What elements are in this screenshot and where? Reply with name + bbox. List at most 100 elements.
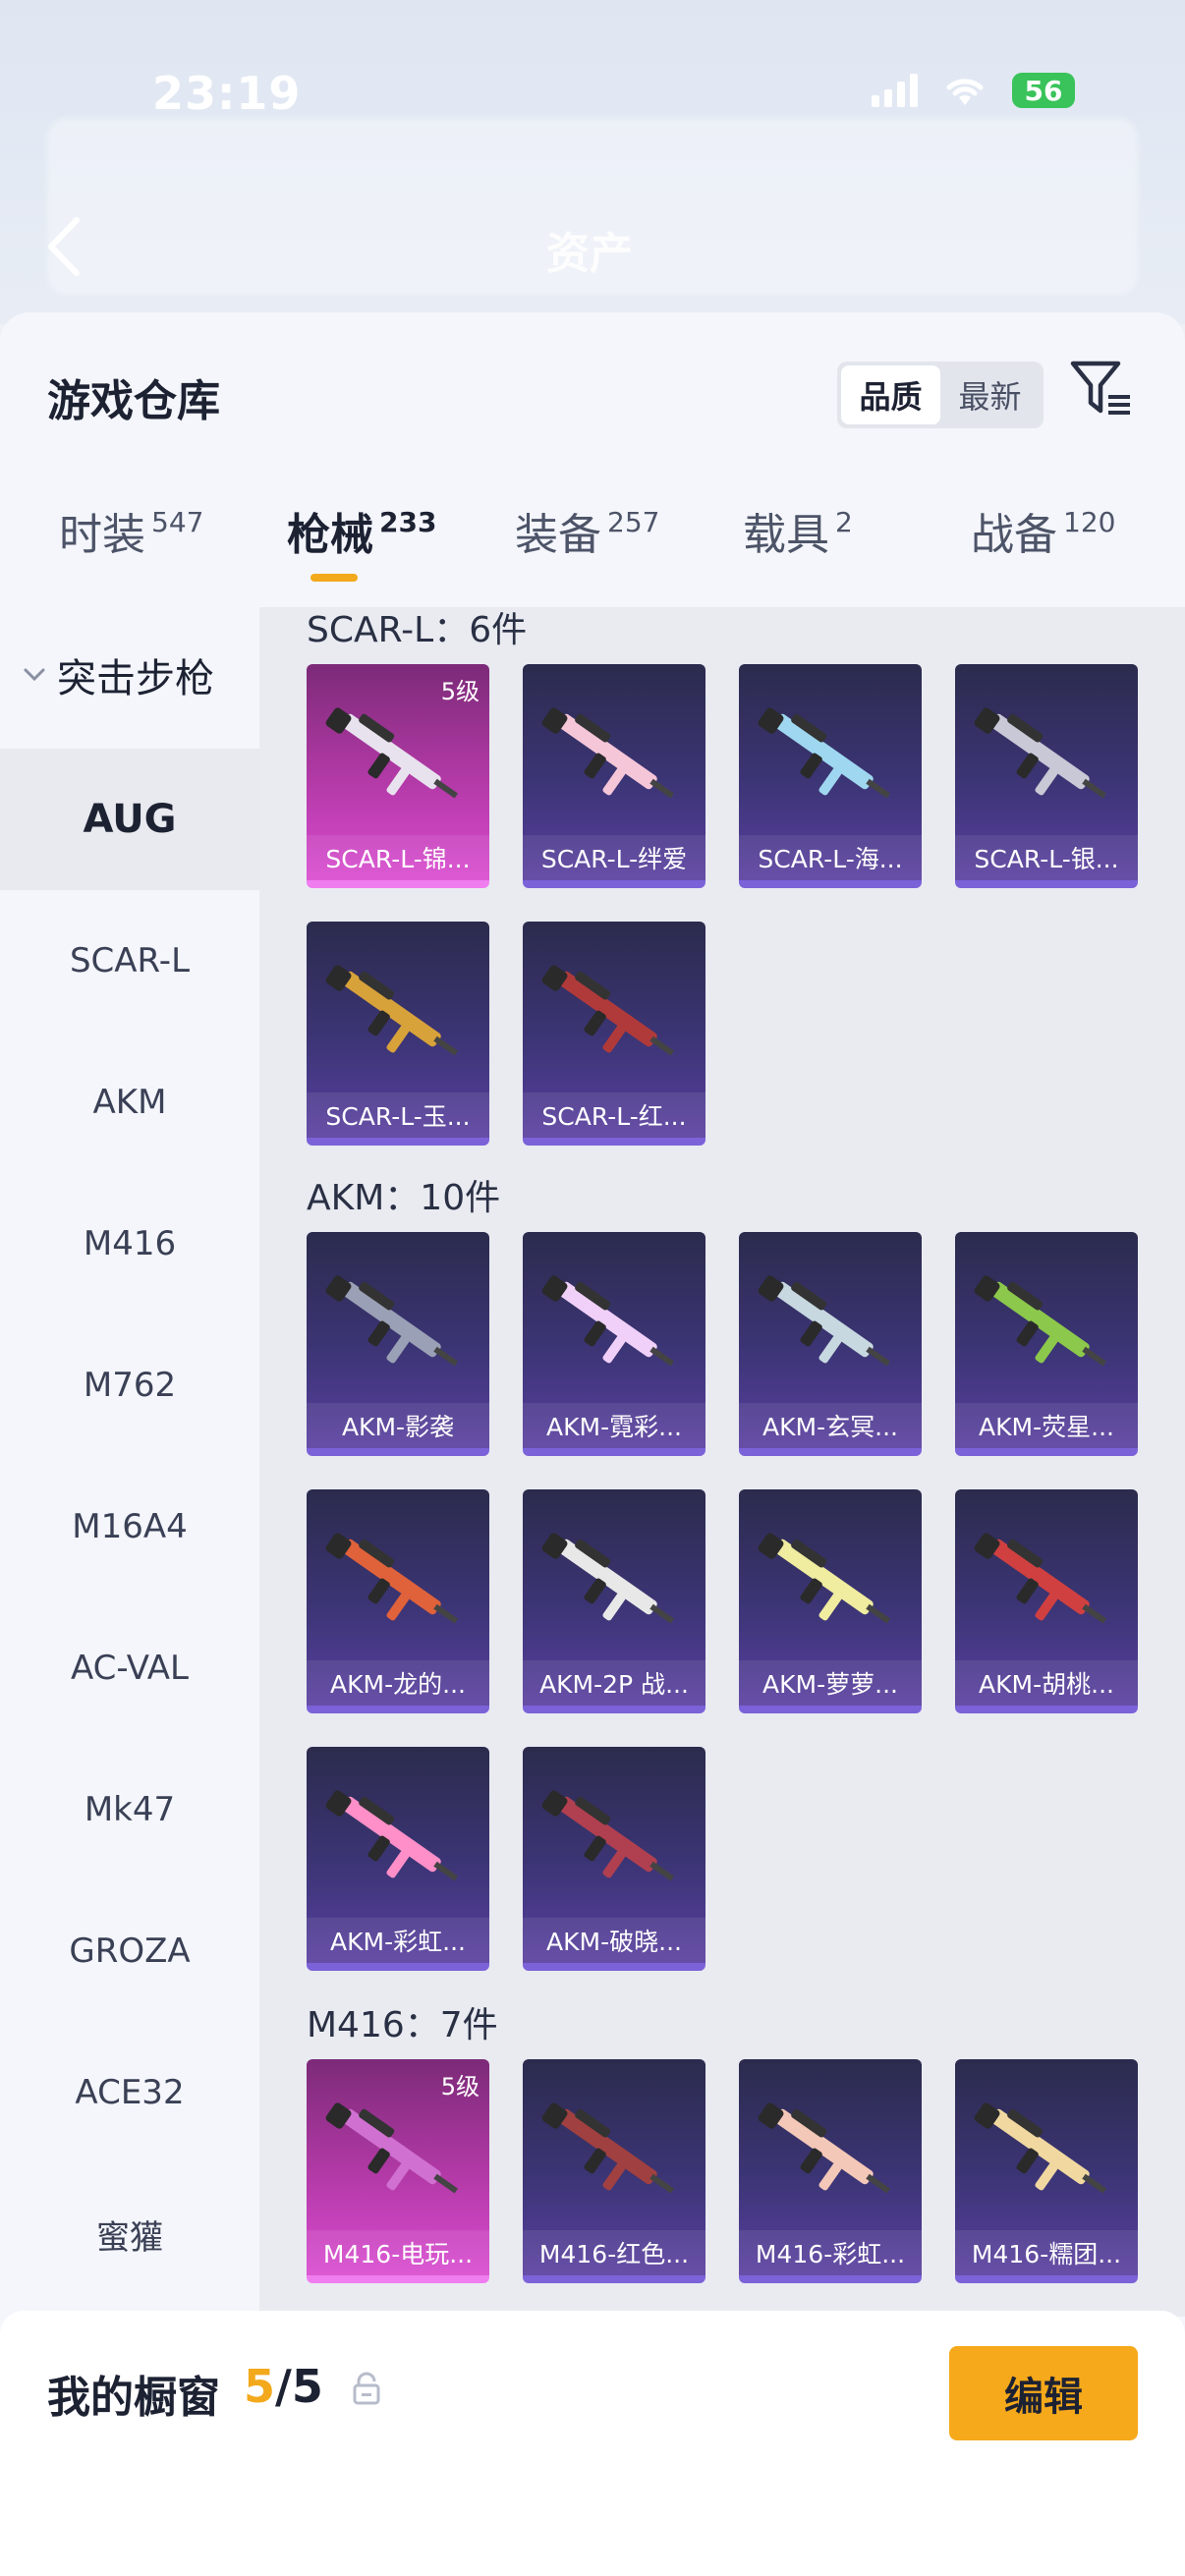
rifle-icon: [325, 1790, 459, 1881]
tab-count: 2: [835, 506, 853, 538]
weapon-card[interactable]: AKM-玄冥...: [739, 1232, 922, 1456]
nav-item-m16a4[interactable]: M16A4: [0, 1456, 259, 1597]
rifle-icon: [974, 1275, 1107, 1367]
tab-fashion[interactable]: 时装 547: [59, 499, 203, 562]
rifle-icon: [541, 965, 675, 1056]
weapon-card-label: AKM-龙的...: [307, 1660, 489, 1706]
rifle-icon: [974, 707, 1107, 799]
nav-item-ace32[interactable]: ACE32: [0, 2022, 259, 2163]
rifle-icon: [974, 1533, 1107, 1624]
weapon-card-label: SCAR-L-银...: [955, 835, 1138, 880]
tab-count: 233: [379, 506, 437, 538]
weapon-card[interactable]: M416-红色...: [523, 2059, 705, 2283]
showcase-total: /5: [275, 2360, 323, 2413]
weapon-card[interactable]: M416-彩虹...: [739, 2059, 922, 2283]
weapon-card-label: M416-红色...: [523, 2230, 705, 2275]
nav-item-akm[interactable]: AKM: [0, 1032, 259, 1173]
weapon-card-label: AKM-破晓...: [523, 1918, 705, 1963]
tab-count: 120: [1063, 506, 1116, 538]
weapon-card-label: AKM-2P 战...: [523, 1660, 705, 1706]
weapon-card-label: AKM-胡桃...: [955, 1660, 1138, 1706]
rifle-icon: [974, 2102, 1107, 2194]
tab-label: 战备: [971, 510, 1057, 560]
rifle-icon: [325, 2102, 459, 2194]
weapon-card[interactable]: 5级 SCAR-L-锦...: [307, 664, 489, 888]
tab-supplies[interactable]: 战备 120: [971, 499, 1115, 562]
rifle-icon: [541, 1275, 675, 1367]
bottom-bar: 我的橱窗 5/5 编辑: [0, 2311, 1185, 2576]
battery-icon: 56: [1012, 73, 1075, 108]
weapon-card[interactable]: M416-糯团...: [955, 2059, 1138, 2283]
weapon-card[interactable]: AKM-破晓...: [523, 1747, 705, 1971]
weapon-card[interactable]: SCAR-L-银...: [955, 664, 1138, 888]
tab-equipment[interactable]: 装备 257: [515, 499, 659, 562]
back-icon[interactable]: [39, 212, 88, 281]
section-title-scar-l: SCAR-L：6件: [307, 610, 528, 650]
tab-count: 257: [607, 506, 660, 538]
weapon-card-label: AKM-霓彩...: [523, 1403, 705, 1448]
nav-item-m762[interactable]: M762: [0, 1315, 259, 1456]
nav-item-ac-val[interactable]: AC-VAL: [0, 1597, 259, 1739]
weapon-card[interactable]: AKM-影袭: [307, 1232, 489, 1456]
weapon-card[interactable]: SCAR-L-绊爱: [523, 664, 705, 888]
filter-icon[interactable]: [1069, 356, 1134, 420]
weapon-card-label: SCAR-L-红...: [523, 1092, 705, 1138]
weapon-grid: SCAR-L：6件 AKM：10件 M416：7件 5级 SCAR-L-锦... S…: [259, 607, 1185, 2317]
sort-toggle: 品质 最新: [837, 362, 1044, 428]
nav-item-honey-badger[interactable]: 蜜獾: [0, 2163, 259, 2305]
weapon-card-label: SCAR-L-锦...: [307, 835, 489, 880]
rifle-icon: [541, 707, 675, 799]
status-time: 23:19: [152, 67, 302, 120]
weapon-card-label: AKM-萝萝...: [739, 1660, 922, 1706]
tab-vehicles[interactable]: 载具 2: [743, 499, 853, 562]
tab-label: 枪械: [287, 510, 373, 560]
section-title-m416: M416：7件: [307, 2005, 498, 2045]
level-badge: 5级: [440, 678, 480, 705]
weapon-card[interactable]: SCAR-L-玉...: [307, 922, 489, 1146]
weapon-card[interactable]: SCAR-L-红...: [523, 922, 705, 1146]
tab-label: 时装: [59, 510, 145, 560]
weapon-card-label: M416-彩虹...: [739, 2230, 922, 2275]
nav-item-scar-l[interactable]: SCAR-L: [0, 890, 259, 1032]
weapon-card-label: M416-糯团...: [955, 2230, 1138, 2275]
weapon-card-label: AKM-荧星...: [955, 1403, 1138, 1448]
rifle-icon: [325, 1533, 459, 1624]
weapon-card[interactable]: AKM-彩虹...: [307, 1747, 489, 1971]
nav-item-groza[interactable]: GROZA: [0, 1880, 259, 2022]
showcase-count: 5/5: [244, 2360, 323, 2413]
weapon-card[interactable]: AKM-胡桃...: [955, 1489, 1138, 1713]
weapon-side-nav: 突击步枪 AUG SCAR-L AKM M416 M762 M16A4 AC-V…: [0, 607, 259, 2317]
signal-icon: [872, 74, 918, 107]
weapon-card[interactable]: AKM-2P 战...: [523, 1489, 705, 1713]
weapon-card[interactable]: AKM-荧星...: [955, 1232, 1138, 1456]
chevron-down-icon: [24, 668, 45, 682]
tab-label: 装备: [515, 510, 601, 560]
header-title: 资产: [546, 229, 633, 279]
section-title-akm: AKM：10件: [307, 1178, 501, 1218]
showcase-current: 5: [244, 2360, 276, 2413]
category-tabs: 时装 547 枪械 233 装备 257 载具 2 战备 120: [0, 499, 1185, 607]
rifle-icon: [325, 965, 459, 1056]
nav-item-mk47[interactable]: Mk47: [0, 1739, 259, 1880]
edit-button[interactable]: 编辑: [949, 2346, 1138, 2440]
rifle-icon: [325, 707, 459, 799]
weapon-card-label: AKM-玄冥...: [739, 1403, 922, 1448]
my-showcase-label: 我的橱窗: [47, 2373, 220, 2423]
sort-option-newest[interactable]: 最新: [940, 365, 1040, 424]
nav-item-aug[interactable]: AUG: [0, 749, 259, 890]
weapon-card[interactable]: AKM-龙的...: [307, 1489, 489, 1713]
sort-option-quality[interactable]: 品质: [841, 365, 940, 424]
lock-icon: [353, 2372, 380, 2405]
weapon-card-label: AKM-影袭: [307, 1403, 489, 1448]
rifle-icon: [758, 2102, 891, 2194]
tab-guns[interactable]: 枪械 233: [287, 499, 437, 582]
status-icons: 56: [872, 73, 1075, 108]
nav-category-label: 突击步枪: [57, 656, 214, 701]
nav-item-m416[interactable]: M416: [0, 1173, 259, 1315]
weapon-card[interactable]: 5级 M416-电玩...: [307, 2059, 489, 2283]
weapon-card[interactable]: AKM-萝萝...: [739, 1489, 922, 1713]
weapon-card[interactable]: AKM-霓彩...: [523, 1232, 705, 1456]
nav-category-assault-rifle[interactable]: 突击步枪: [22, 646, 214, 703]
rifle-icon: [541, 2102, 675, 2194]
weapon-card[interactable]: SCAR-L-海...: [739, 664, 922, 888]
